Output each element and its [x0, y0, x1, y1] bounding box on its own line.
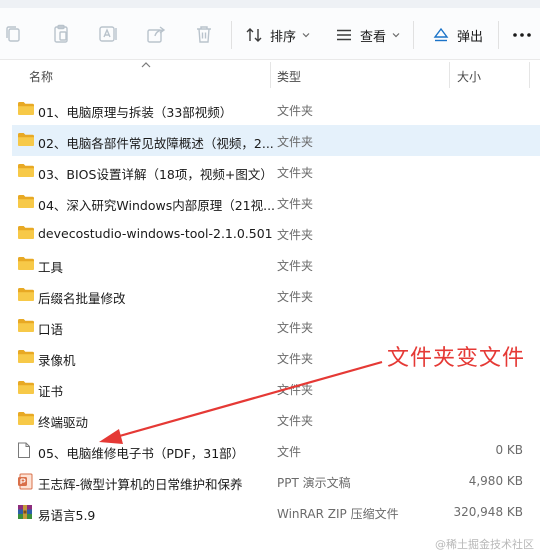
file-type: 文件夹: [277, 259, 314, 273]
file-name: 易语言5.9: [38, 508, 96, 523]
view-list-icon: [337, 29, 351, 41]
file-name: 工具: [38, 260, 64, 275]
toolbar-divider: [498, 21, 499, 49]
file-name: 01、电脑原理与拆装（33部视频）: [38, 105, 233, 120]
file-row[interactable]: 01、电脑原理与拆装（33部视频） 文件夹: [12, 94, 540, 125]
file-name: 口语: [38, 322, 64, 337]
sort-label: 排序: [270, 29, 297, 45]
column-divider[interactable]: [529, 62, 530, 88]
file-type: 文件夹: [277, 228, 314, 242]
file-row[interactable]: 终端驱动 文件夹: [12, 404, 540, 435]
chevron-down-icon: [392, 33, 400, 38]
folder-icon: [17, 380, 35, 396]
ppt-file-icon: [17, 473, 35, 490]
file-type: 文件夹: [277, 321, 314, 335]
column-header-size[interactable]: 大小: [457, 68, 481, 85]
more-options-icon[interactable]: [510, 28, 534, 42]
folder-icon: [17, 287, 35, 303]
view-label: 查看: [360, 29, 387, 45]
watermark: @稀土掘金技术社区: [435, 538, 534, 551]
file-type: 文件夹: [277, 414, 314, 428]
file-row[interactable]: 02、电脑各部件常见故障概述（视频，2... 文件夹: [12, 125, 540, 156]
file-type: 文件夹: [277, 197, 314, 211]
eject-icon: [433, 27, 449, 42]
file-size: 4,980 KB: [468, 474, 523, 488]
toolbar-divider: [413, 21, 414, 49]
file-name: 录像机: [38, 353, 76, 368]
column-header-type[interactable]: 类型: [277, 68, 301, 85]
file-type: 文件: [277, 445, 302, 459]
folder-icon: [17, 132, 35, 148]
file-name: 王志辉-微型计算机的日常维护和保养: [38, 477, 243, 492]
file-row[interactable]: 易语言5.9 WinRAR ZIP 压缩文件 320,948 KB: [12, 497, 540, 528]
file-row[interactable]: devecostudio-windows-tool-2.1.0.501 文件夹: [12, 218, 540, 249]
command-bar: 排序 查看 弹出: [0, 8, 540, 60]
file-name: 04、深入研究Windows内部原理（21视...: [38, 198, 274, 213]
blank-file-icon: [17, 442, 35, 458]
file-row[interactable]: 证书 文件夹: [12, 373, 540, 404]
sort-icon: [246, 28, 262, 42]
file-type: 文件夹: [277, 290, 314, 304]
rename-icon[interactable]: [96, 22, 120, 46]
file-size: 0 KB: [495, 443, 523, 457]
sort-ascending-icon: [141, 62, 151, 68]
column-header-row: 名称 类型 大小: [0, 60, 540, 90]
share-icon[interactable]: [144, 22, 168, 46]
file-row[interactable]: 工具 文件夹: [12, 249, 540, 280]
eject-button[interactable]: 弹出: [432, 20, 483, 50]
folder-icon: [17, 163, 35, 179]
file-name: 03、BIOS设置详解（18项，视频+图文）: [38, 167, 273, 182]
view-button[interactable]: 查看: [335, 20, 400, 50]
file-type: PPT 演示文稿: [277, 476, 351, 490]
file-size: 320,948 KB: [453, 505, 523, 519]
file-type: WinRAR ZIP 压缩文件: [277, 507, 399, 521]
file-row[interactable]: 04、深入研究Windows内部原理（21视... 文件夹: [12, 187, 540, 218]
file-name: 02、电脑各部件常见故障概述（视频，2...: [38, 136, 274, 151]
toolbar-divider: [231, 21, 232, 49]
file-row[interactable]: 口语 文件夹: [12, 311, 540, 342]
folder-icon: [17, 411, 35, 427]
file-name: devecostudio-windows-tool-2.1.0.501: [38, 226, 273, 241]
file-type: 文件夹: [277, 166, 314, 180]
file-name: 终端驱动: [38, 415, 89, 430]
annotation-label: 文件夹变文件: [387, 346, 526, 371]
file-name: 后缀名批量修改: [38, 291, 126, 306]
file-type: 文件夹: [277, 352, 314, 366]
folder-icon: [17, 194, 35, 210]
delete-icon[interactable]: [192, 22, 216, 46]
file-type: 文件夹: [277, 383, 314, 397]
paste-icon[interactable]: [49, 22, 73, 46]
zip-archive-icon: [17, 504, 35, 520]
window-top-strip: [0, 0, 540, 8]
folder-icon: [17, 101, 35, 117]
file-name: 证书: [38, 384, 64, 399]
column-header-name[interactable]: 名称: [29, 68, 53, 85]
file-type: 文件夹: [277, 104, 314, 118]
folder-icon: [17, 256, 35, 272]
copy-icon[interactable]: [1, 22, 25, 46]
file-row[interactable]: 03、BIOS设置详解（18项，视频+图文） 文件夹: [12, 156, 540, 187]
column-divider[interactable]: [449, 62, 450, 88]
file-row[interactable]: 后缀名批量修改 文件夹: [12, 280, 540, 311]
folder-icon: [17, 349, 35, 365]
eject-label: 弹出: [457, 29, 484, 45]
folder-icon: [17, 225, 35, 241]
sort-button[interactable]: 排序: [245, 20, 310, 50]
folder-icon: [17, 318, 35, 334]
file-row[interactable]: 王志辉-微型计算机的日常维护和保养 PPT 演示文稿 4,980 KB: [12, 466, 540, 497]
file-row[interactable]: 05、电脑维修电子书（PDF，31部） 文件 0 KB: [12, 435, 540, 466]
chevron-down-icon: [302, 33, 310, 38]
file-name: 05、电脑维修电子书（PDF，31部）: [38, 446, 245, 461]
file-type: 文件夹: [277, 135, 314, 149]
column-divider[interactable]: [270, 62, 271, 88]
